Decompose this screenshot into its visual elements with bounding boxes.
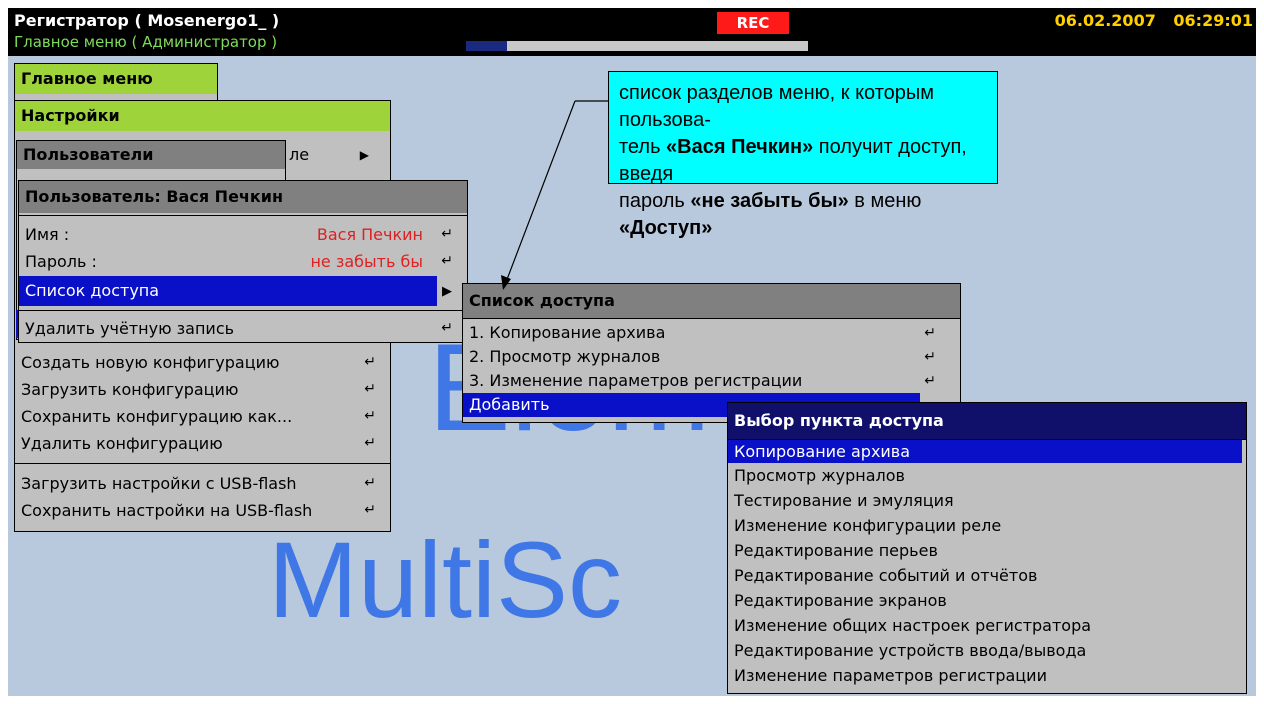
time: 06:29:01 — [1173, 11, 1253, 30]
rec-indicator: REC — [717, 12, 789, 34]
archive-progress-bar — [466, 41, 808, 51]
date-time: 06.02.2007 06:29:01 — [1008, 11, 1253, 30]
current-menu-path: Главное меню ( Администратор ) — [14, 33, 278, 51]
archive-progress-fill — [466, 41, 508, 51]
callout-access-menu: «Доступ» — [619, 217, 713, 239]
top-status-bar: Регистратор ( Mosenergo1_ ) Главное меню… — [8, 8, 1256, 56]
date: 06.02.2007 — [1054, 11, 1156, 30]
main-screen: Elem MultiSc Главное меню Настройки ле ▶… — [8, 56, 1256, 696]
annotation-callout: список разделов меню, к которым пользова… — [608, 71, 998, 239]
callout-text: в меню — [848, 190, 922, 212]
callout-user-name: «Вася Печкин» — [666, 136, 814, 158]
callout-text: пароль — [619, 190, 691, 212]
callout-line-2: тель «Вася Печкин» получит доступ, введя — [619, 134, 987, 188]
app-title: Регистратор ( Mosenergo1_ ) — [14, 11, 280, 30]
callout-line-1: список разделов меню, к которым пользова… — [619, 80, 987, 134]
callout-password: «не забыть бы» — [690, 190, 849, 212]
callout-text: список разделов меню, к которым пользова… — [619, 82, 935, 131]
callout-text: тель — [619, 136, 667, 158]
callout-line-3: пароль «не забыть бы» в меню «Доступ» — [619, 188, 987, 242]
